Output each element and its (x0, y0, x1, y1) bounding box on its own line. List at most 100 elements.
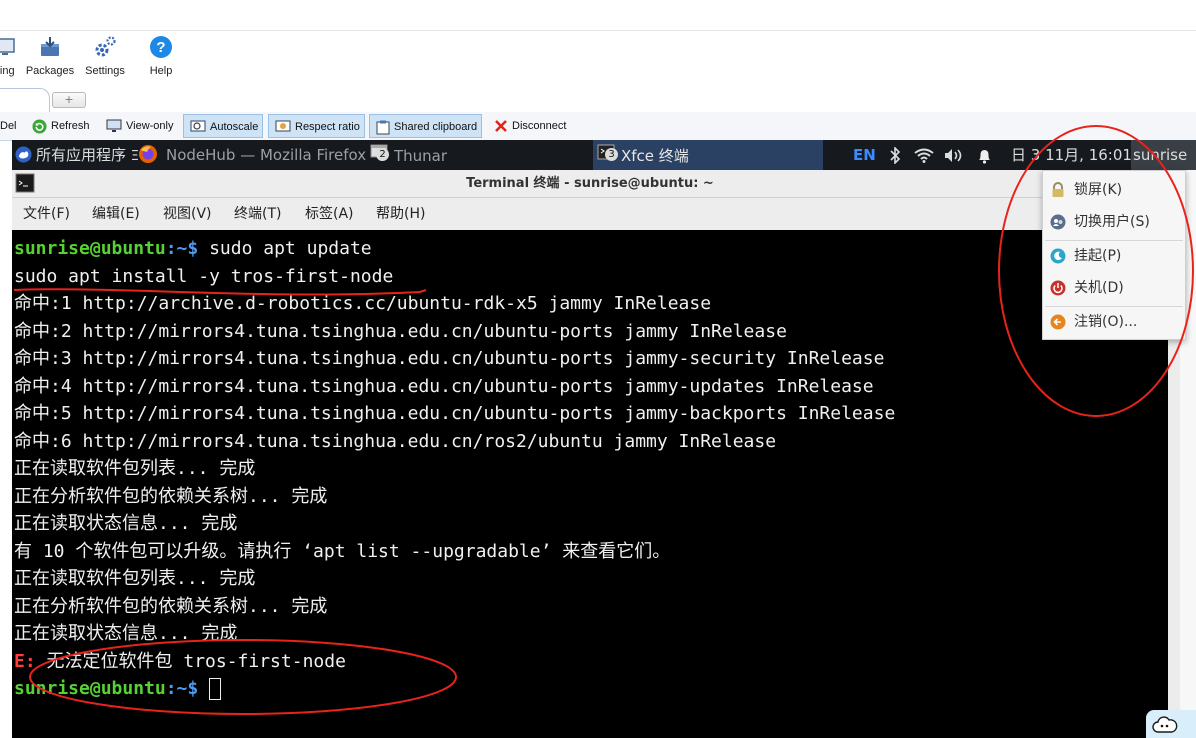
respect-ratio-icon (275, 120, 291, 132)
ribbon-packages-label: Packages (25, 65, 75, 77)
terminal-task-icon: 3 (597, 140, 621, 170)
terminal-window[interactable]: Terminal 终端 - sunrise@ubuntu: ~ 文件(F) 编辑… (12, 170, 1168, 738)
respect-ratio-button[interactable]: Respect ratio (268, 114, 365, 138)
terminal-output[interactable]: sunrise@ubuntu:~$ sudo apt update sudo a… (12, 230, 1168, 738)
menu-terminal[interactable]: 终端(T) (234, 198, 281, 230)
thunar-badge: 2 (376, 148, 389, 161)
menu-tabs[interactable]: 标签(A) (305, 198, 354, 230)
prompt-user: sunrise@ubuntu (14, 238, 166, 259)
keyboard-layout-label: EN (853, 146, 876, 164)
prompt-path: :~$ (165, 678, 199, 699)
ribbon-help-button[interactable]: ? Help (144, 35, 178, 77)
menu-file[interactable]: 文件(F) (23, 198, 70, 230)
menu-item-lock-label: 锁屏(K) (1074, 182, 1123, 198)
terminal-line: 正在分析软件包的依赖关系树... 完成 (14, 485, 328, 507)
firefox-icon (139, 145, 157, 163)
chat-assistant-widget[interactable] (1146, 710, 1196, 738)
task-xfce-terminal-label: Xfce 终端 (621, 147, 689, 165)
task-firefox[interactable]: NodeHub — Mozilla Firefox (138, 140, 366, 170)
terminal-line: 命中:3 http://mirrors4.tuna.tsinghua.edu.c… (14, 348, 885, 369)
keyboard-layout-indicator[interactable]: EN (853, 140, 876, 170)
notifications-bell-icon[interactable] (976, 140, 993, 170)
command-text: sudo apt update (198, 238, 372, 259)
terminal-line: sudo apt install -y tros-first-node (14, 265, 394, 287)
viewer-ribbon: ling Packages Settings ? Help (0, 31, 1196, 91)
viewer-tab-strip: + (0, 88, 1196, 113)
volume-icon[interactable] (944, 140, 964, 170)
menu-item-suspend[interactable]: 挂起(P) (1043, 241, 1185, 271)
respect-ratio-label: Respect ratio (295, 121, 360, 133)
del-button[interactable]: Del (0, 116, 17, 136)
bluetooth-icon[interactable] (889, 140, 901, 170)
del-label: Del (0, 120, 17, 132)
prompt-path: :~$ (165, 238, 199, 259)
ribbon-packages-button[interactable]: Packages (24, 35, 76, 77)
session-menu: 锁屏(K) 切换用户(S) 挂起(P) 关机(D) 注销(O)... (1042, 170, 1186, 340)
clock[interactable]: 日 3 11月, 16:01 (1011, 140, 1132, 170)
switch-user-icon (1050, 214, 1066, 230)
terminal-line: 正在分析软件包的依赖关系树... 完成 (14, 595, 328, 617)
menu-item-shutdown[interactable]: 关机(D) (1043, 273, 1185, 303)
autoscale-button[interactable]: Autoscale (183, 114, 264, 138)
shared-clipboard-label: Shared clipboard (394, 121, 478, 133)
view-only-button[interactable]: View-only (106, 116, 174, 136)
cloud-chat-icon (1152, 716, 1178, 733)
new-tab-glyph: + (64, 93, 74, 106)
prompt-user: sunrise@ubuntu (14, 678, 166, 699)
menu-help[interactable]: 帮助(H) (376, 198, 425, 230)
menu-item-logout[interactable]: 注销(O)... (1043, 307, 1185, 337)
task-thunar[interactable]: 2 Thunar (370, 140, 447, 170)
terminal-window-icon[interactable] (15, 173, 35, 193)
clock-label: 日 3 11月, 16:01 (1011, 146, 1132, 164)
terminal-task-badge: 3 (605, 148, 618, 161)
terminal-line: 有 10 个软件包可以升级。请执行 ‘apt list --upgradable… (14, 540, 671, 562)
terminal-title: Terminal 终端 - sunrise@ubuntu: ~ (466, 176, 714, 191)
menu-item-switch-user-label: 切换用户(S) (1074, 214, 1150, 230)
autoscale-icon (190, 120, 206, 132)
refresh-label: Refresh (51, 120, 90, 132)
terminal-line: 命中:5 http://mirrors4.tuna.tsinghua.edu.c… (14, 403, 896, 424)
view-only-icon (106, 119, 122, 133)
applications-menu-label: 所有应用程序 (36, 146, 127, 164)
terminal-line: 正在读取状态信息... 完成 (14, 623, 238, 644)
menu-edit[interactable]: 编辑(E) (92, 198, 140, 230)
terminal-titlebar[interactable]: Terminal 终端 - sunrise@ubuntu: ~ (12, 170, 1168, 198)
session-tab[interactable] (0, 88, 50, 112)
help-icon: ? (150, 36, 172, 58)
menu-view[interactable]: 视图(V) (163, 198, 212, 230)
terminal-error-line: E: 无法定位软件包 tros-first-node (12, 648, 1168, 676)
terminal-line: 正在读取状态信息... 完成 (14, 513, 238, 534)
session-user-button[interactable]: sunrise (1131, 140, 1196, 170)
shared-clipboard-button[interactable]: Shared clipboard (369, 114, 483, 138)
ribbon-monitor-button[interactable]: ling (0, 35, 20, 77)
session-user-label: sunrise (1133, 146, 1188, 164)
xfce-logo-icon (15, 145, 32, 163)
ribbon-settings-button[interactable]: Settings (82, 35, 128, 77)
task-firefox-label: NodeHub — Mozilla Firefox (166, 146, 367, 164)
menu-item-lock-screen[interactable]: 锁屏(K) (1043, 175, 1185, 205)
task-xfce-terminal[interactable]: 3 Xfce 终端 (593, 140, 823, 170)
new-tab-button[interactable]: + (52, 92, 86, 108)
viewer-top-bar (0, 0, 1196, 31)
menu-item-suspend-label: 挂起(P) (1074, 248, 1122, 264)
network-wifi-icon[interactable] (914, 140, 934, 170)
terminal-line: 命中:2 http://mirrors4.tuna.tsinghua.edu.c… (14, 320, 787, 342)
clipboard-icon (376, 120, 390, 135)
terminal-line: 命中:4 http://mirrors4.tuna.tsinghua.edu.c… (14, 375, 874, 397)
terminal-menubar: 文件(F) 编辑(E) 视图(V) 终端(T) 标签(A) 帮助(H) (12, 198, 1168, 230)
refresh-button[interactable]: Refresh (32, 116, 90, 136)
settings-icon (95, 36, 116, 57)
terminal-cursor (209, 678, 222, 700)
autoscale-label: Autoscale (210, 121, 259, 133)
ribbon-monitor-label: ling (0, 65, 15, 77)
view-only-label: View-only (126, 120, 174, 132)
disconnect-button[interactable]: Disconnect (494, 116, 566, 136)
applications-menu[interactable]: 所有应用程序 Ξ (12, 140, 139, 170)
remote-desktop[interactable]: 所有应用程序 Ξ NodeHub — Mozilla Firefox 2 Thu… (12, 140, 1196, 738)
menu-item-shutdown-label: 关机(D) (1074, 280, 1124, 296)
logout-icon (1050, 314, 1066, 330)
viewer-action-bar: Del Refresh View-only Autoscale Respect … (0, 112, 1196, 141)
menu-item-switch-user[interactable]: 切换用户(S) (1043, 207, 1185, 237)
terminal-line: 命中:1 http://archive.d-robotics.cc/ubuntu… (14, 293, 712, 314)
disconnect-icon (495, 120, 507, 132)
